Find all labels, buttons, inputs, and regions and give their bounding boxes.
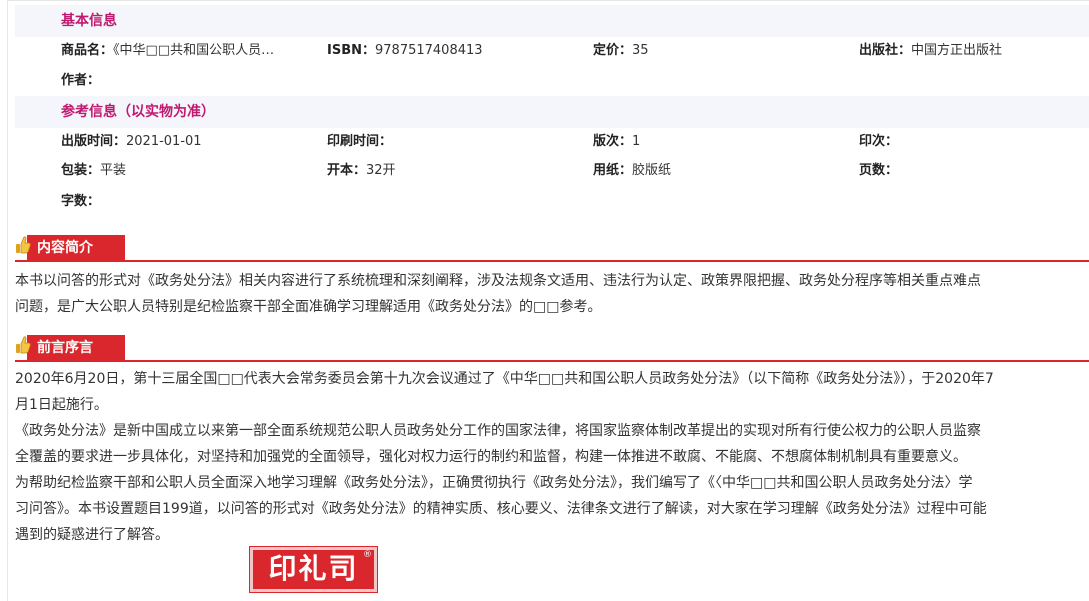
product-name-value: 《中华□□共和国公职人员…: [113, 43, 275, 58]
printing-field: 印次：: [859, 131, 1084, 153]
isbn-label: ISBN：: [327, 43, 375, 58]
product-name-field: 商品名：《中华□□共和国公职人员…: [61, 40, 316, 62]
words-field: 字数：: [61, 191, 316, 213]
intro-line-2: 问题，是广大公职人员特别是纪检监察干部全面准确学习理解适用《政务处分法》的□□参…: [15, 299, 602, 315]
frame-top-border: [7, 0, 1089, 1]
intro-line-1: 本书以问答的形式对《政务处分法》相关内容进行了系统梳理和深刻阐释，涉及法规条文适…: [15, 273, 981, 289]
pubdate-label: 出版时间：: [61, 134, 127, 149]
price-field: 定价：35: [593, 40, 848, 62]
paper-label: 用纸：: [593, 163, 633, 178]
words-label: 字数：: [61, 194, 101, 209]
intro-title-underline: [15, 260, 1089, 262]
thumbs-up-icon: [16, 236, 31, 254]
thumbs-up-icon: [16, 336, 31, 354]
printing-label: 印次：: [859, 134, 899, 149]
pages-field: 页数：: [859, 160, 1084, 182]
reference-info-row-1: 出版时间：2021-01-01 印刷时间： 版次：1 印次：: [0, 131, 1089, 153]
preface-line-7: 遇到的疑惑进行了解答。: [15, 527, 169, 543]
printdate-field: 印刷时间：: [327, 131, 582, 153]
format-field: 开本：32开: [327, 160, 582, 182]
product-name-label: 商品名：: [61, 43, 114, 58]
binding-value: 平装: [100, 163, 127, 178]
intro-title-tab: 内容简介: [27, 235, 125, 262]
publisher-label: 出版社：: [859, 43, 912, 58]
seal-stamp-text: 印礼司: [268, 552, 359, 585]
isbn-field: ISBN：9787517408413: [327, 40, 582, 62]
format-value: 32开: [366, 163, 396, 178]
seal-stamp-logo: 印礼司 ®: [249, 546, 378, 593]
paper-field: 用纸：胶版纸: [593, 160, 848, 182]
edition-label: 版次：: [593, 134, 633, 149]
reference-info-heading: 参考信息（以实物为准）: [15, 96, 1089, 128]
preface-line-2: 月1日起施行。: [15, 397, 108, 413]
edition-value: 1: [632, 134, 641, 149]
preface-line-3: 《政务处分法》是新中国成立以来第一部全面系统规范公职人员政务处分工作的国家法律，…: [15, 423, 981, 439]
preface-line-5: 为帮助纪检监察干部和公职人员全面深入地学习理解《政务处分法》，正确贯彻执行《政务…: [15, 475, 973, 491]
price-label: 定价：: [593, 43, 633, 58]
preface-line-6: 习问答》。本书设置题目199道，以问答的形式对《政务处分法》的精神实质、核心要义…: [15, 501, 987, 517]
reference-info-row-3: 字数：: [0, 191, 1089, 213]
preface-title-bar: 前言序言: [15, 335, 1089, 362]
publisher-value: 中国方正出版社: [911, 43, 1003, 58]
reference-info-row-2: 包装：平装 开本：32开 用纸：胶版纸 页数：: [0, 160, 1089, 182]
printdate-label: 印刷时间：: [327, 134, 393, 149]
intro-body: 本书以问答的形式对《政务处分法》相关内容进行了系统梳理和深刻阐释，涉及法规条文适…: [15, 268, 1089, 320]
binding-label: 包装：: [61, 163, 101, 178]
preface-line-4: 全覆盖的要求进一步具体化，对坚持和加强党的全面领导，强化对权力运行的制约和监督，…: [15, 449, 967, 465]
basic-info-heading: 基本信息: [15, 5, 1089, 37]
pubdate-field: 出版时间：2021-01-01: [61, 131, 316, 153]
pages-label: 页数：: [859, 163, 899, 178]
pubdate-value: 2021-01-01: [126, 134, 202, 149]
format-label: 开本：: [327, 163, 367, 178]
preface-title-underline: [15, 360, 1089, 362]
basic-info-row-2: 作者：: [0, 70, 1089, 92]
edition-field: 版次：1: [593, 131, 848, 153]
preface-body: 2020年6月20日，第十三届全国□□代表大会常务委员会第十九次会议通过了《中华…: [15, 366, 1089, 548]
binding-field: 包装：平装: [61, 160, 316, 182]
registered-mark: ®: [363, 550, 372, 560]
preface-title: 前言序言: [37, 340, 93, 356]
author-label: 作者：: [61, 73, 101, 88]
paper-value: 胶版纸: [632, 163, 672, 178]
isbn-value: 9787517408413: [375, 43, 483, 58]
intro-title-bar: 内容简介: [15, 235, 1089, 262]
preface-line-1: 2020年6月20日，第十三届全国□□代表大会常务委员会第十九次会议通过了《中华…: [15, 371, 994, 387]
preface-title-tab: 前言序言: [27, 335, 125, 362]
price-value: 35: [632, 43, 649, 58]
basic-info-row-1: 商品名：《中华□□共和国公职人员… ISBN：9787517408413 定价：…: [0, 40, 1089, 62]
author-field: 作者：: [61, 70, 316, 92]
intro-title: 内容简介: [37, 240, 93, 256]
publisher-field: 出版社：中国方正出版社: [859, 40, 1084, 62]
